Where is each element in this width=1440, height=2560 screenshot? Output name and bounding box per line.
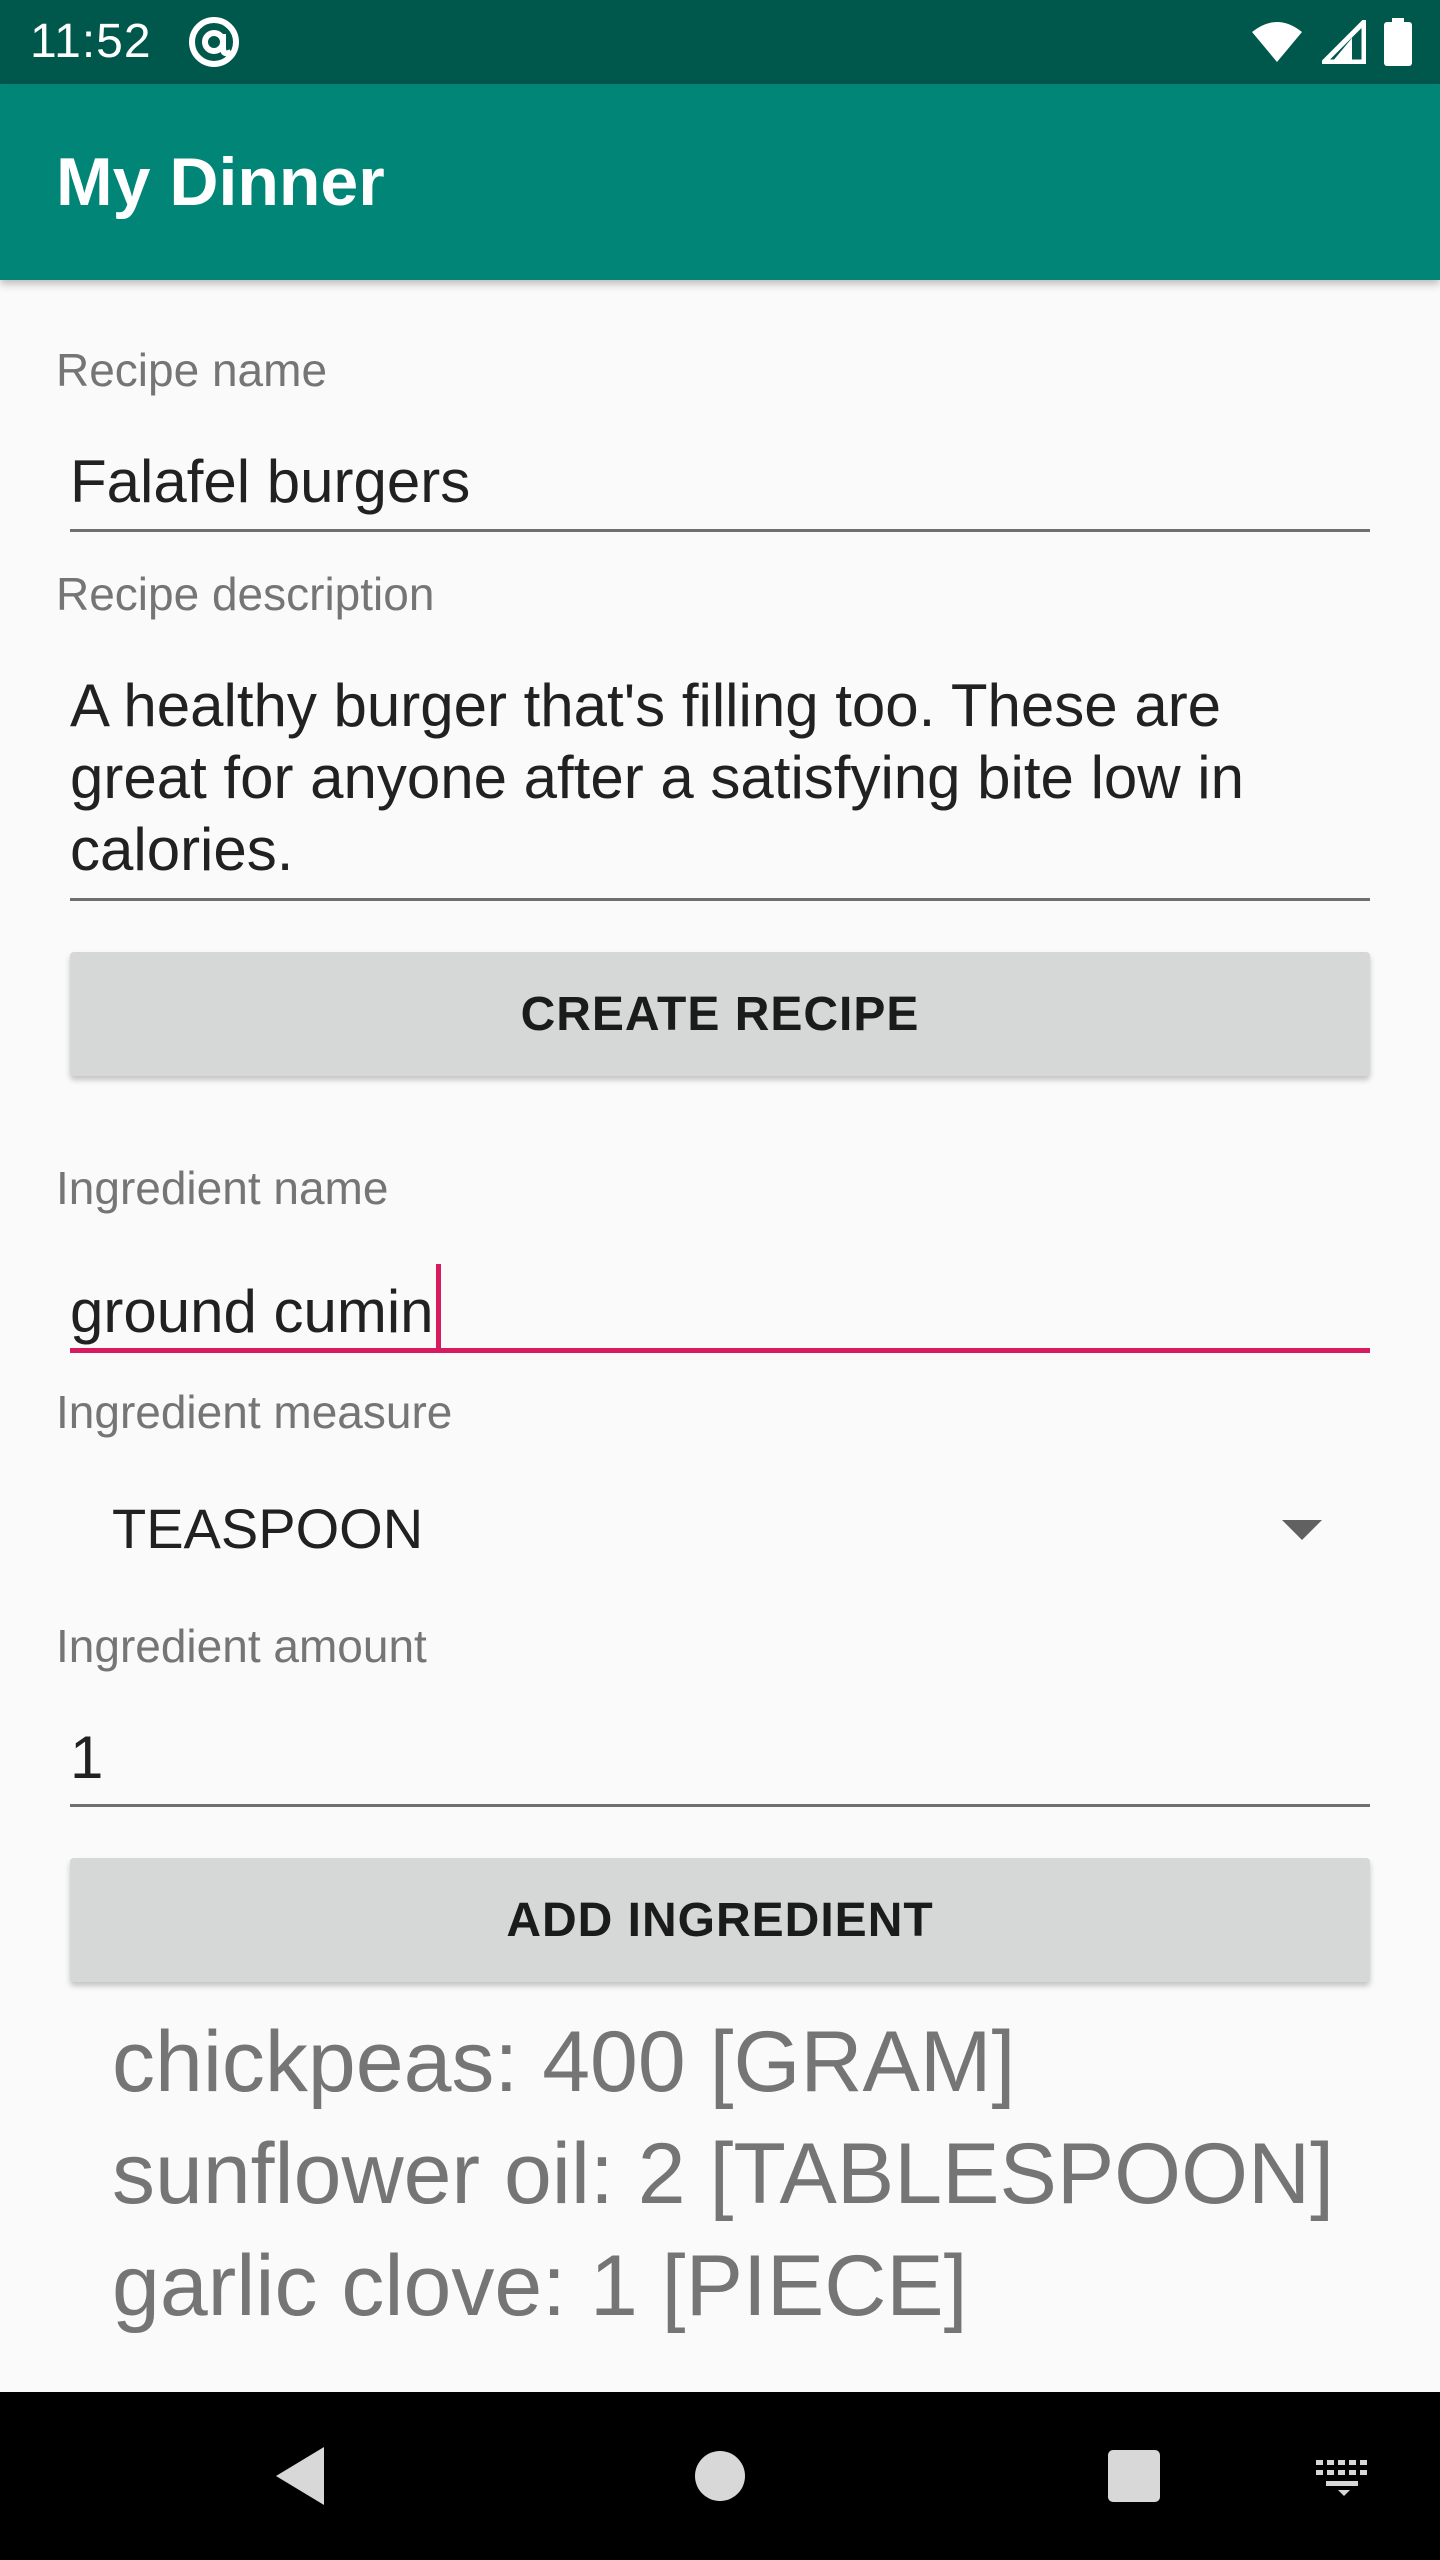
recents-button[interactable] [1094, 2436, 1174, 2516]
keyboard-button[interactable] [1304, 2436, 1384, 2516]
screen: 11:52 My Dinner Recipe name Falafel burg… [0, 0, 1440, 2560]
battery-icon [1384, 18, 1412, 66]
ingredient-measure-value: TEASPOON [112, 1497, 424, 1560]
recipe-description-underline [70, 898, 1370, 901]
ingredient-name-input[interactable]: ground cumin [70, 1264, 1370, 1350]
at-sign-icon [189, 17, 239, 67]
ingredient-amount-underline [70, 1804, 1370, 1807]
ingredient-name-underline [70, 1348, 1370, 1353]
keyboard-icon [1316, 2460, 1367, 2496]
text-cursor [435, 1264, 441, 1350]
ingredient-amount-input[interactable]: 1 [70, 1722, 1370, 1794]
ingredient-amount-label: Ingredient amount [56, 1620, 427, 1672]
back-icon [276, 2447, 324, 2505]
list-item: chickpeas: 400 [GRAM] [112, 2014, 1016, 2110]
recipe-description-input[interactable]: A healthy burger that's filling too. The… [70, 670, 1370, 886]
ingredient-name-label: Ingredient name [56, 1162, 389, 1214]
list-item: garlic clove: 1 [PIECE] [112, 2238, 968, 2334]
app-title: My Dinner [56, 144, 385, 220]
status-time: 11:52 [30, 15, 152, 68]
app-bar: My Dinner [0, 84, 1440, 280]
add-ingredient-button[interactable]: ADD INGREDIENT [70, 1858, 1370, 1982]
wifi-icon [1252, 22, 1302, 62]
recipe-name-label: Recipe name [56, 344, 328, 396]
recipe-name-underline [70, 529, 1370, 532]
ingredients-list: chickpeas: 400 [GRAM] sunflower oil: 2 [… [112, 2006, 1362, 2342]
list-item: sunflower oil: 2 [TABLESPOON] [112, 2126, 1334, 2222]
recipe-name-input[interactable]: Falafel burgers [70, 446, 1370, 518]
home-icon [695, 2451, 745, 2501]
back-button[interactable] [260, 2436, 340, 2516]
navigation-bar [0, 2392, 1440, 2560]
recents-icon [1108, 2450, 1160, 2502]
home-button[interactable] [680, 2436, 760, 2516]
dropdown-arrow-icon [1282, 1520, 1322, 1540]
recipe-description-label: Recipe description [56, 568, 435, 620]
ingredient-measure-spinner[interactable]: TEASPOON [70, 1470, 1370, 1590]
ingredient-name-value: ground cumin [70, 1278, 434, 1345]
cellular-signal-icon [1322, 20, 1366, 64]
status-bar: 11:52 [0, 0, 1440, 84]
status-icons [1250, 16, 1412, 68]
ingredient-measure-label: Ingredient measure [56, 1386, 453, 1438]
create-recipe-button[interactable]: CREATE RECIPE [70, 952, 1370, 1076]
